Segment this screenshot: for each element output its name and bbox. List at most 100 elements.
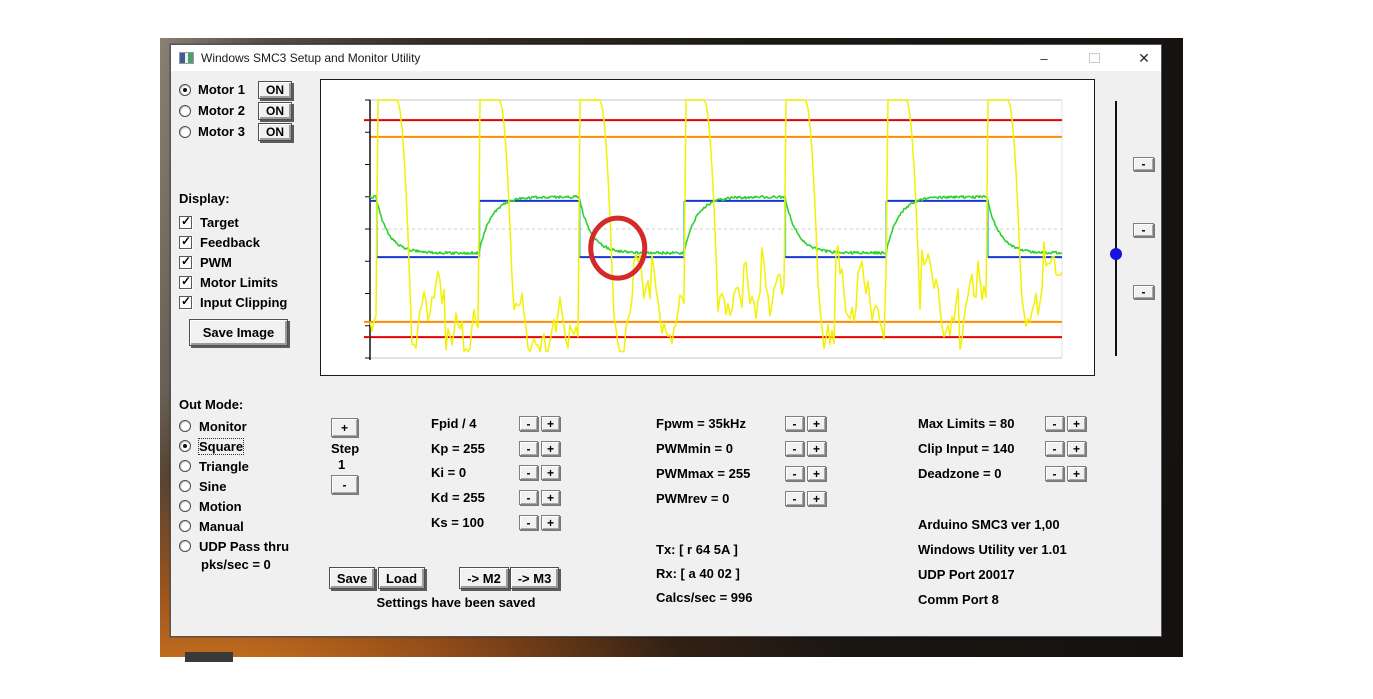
info-line: Windows Utility ver 1.01 [918,542,1067,567]
param-label: PWMmin = 0 [656,441,733,456]
motor-on-button[interactable]: ON [258,123,292,141]
motor-on-button[interactable]: ON [258,81,292,99]
display-option-row[interactable]: Target [179,212,287,232]
save-image-button[interactable]: Save Image [189,319,288,346]
outmode-options: Monitor Square Triangle Sine MotionManualUDP… [179,416,289,556]
outmode-option-row[interactable]: Triangle [179,456,289,476]
display-option-row[interactable]: Motor Limits [179,272,287,292]
param-plus-button[interactable]: + [541,441,560,456]
param-minus-button[interactable]: - [519,490,538,505]
copy-to-m3-button[interactable]: -> M3 [510,567,559,589]
chart-scale-minus-button[interactable]: - [1133,285,1154,299]
outmode-option-label: Sine [199,479,226,494]
display-option-row[interactable]: Input Clipping [179,292,287,312]
radio-icon[interactable] [179,460,191,472]
param-minus-button[interactable]: - [519,515,538,530]
param-plus-button[interactable]: + [541,490,560,505]
info-line: Comm Port 8 [918,592,1067,617]
param-minus-button[interactable]: - [1045,466,1064,481]
param-minus-button[interactable]: - [519,416,538,431]
checkbox-icon[interactable] [179,256,192,269]
checkbox-icon[interactable] [179,216,192,229]
radio-icon[interactable] [179,500,191,512]
limit-param-group: Max Limits = 80-+Clip Input = 140-+Deadz… [918,416,1093,501]
copy-to-m2-button[interactable]: -> M2 [459,567,509,589]
param-plus-button[interactable]: + [541,416,560,431]
maximize-icon [1089,53,1100,63]
info-line: UDP Port 20017 [918,567,1067,592]
outmode-option-label: Square [199,439,243,454]
scope-chart [320,79,1095,376]
pwm-param-group: Fpwm = 35kHz-+PWMmin = 0-+PWMmax = 255-+… [656,416,831,526]
radio-icon[interactable] [179,540,191,552]
screenshot-stage: Windows SMC3 Setup and Monitor Utility –… [0,0,1373,699]
param-minus-button[interactable]: - [785,491,804,506]
checkbox-icon[interactable] [179,296,192,309]
param-plus-button[interactable]: + [807,466,826,481]
param-plus-button[interactable]: + [1067,416,1086,431]
chart-scale-minus-button[interactable]: - [1133,157,1154,171]
motor-row[interactable]: Motor 1ON [179,79,292,100]
chart-scale-slider-thumb[interactable] [1110,248,1122,260]
calcs-label: Calcs/sec = 996 [656,590,753,614]
display-option-label: Target [200,215,239,230]
param-plus-button[interactable]: + [1067,466,1086,481]
save-button[interactable]: Save [329,567,375,589]
param-plus-button[interactable]: + [807,416,826,431]
minimize-button[interactable]: – [1027,45,1061,71]
outmode-option-row[interactable]: Manual [179,516,289,536]
radio-icon[interactable] [179,420,191,432]
motor-on-button[interactable]: ON [258,102,292,120]
step-minus-button[interactable]: - [331,475,358,494]
radio-icon[interactable] [179,440,191,452]
motor-row[interactable]: Motor 2ON [179,100,292,121]
param-minus-button[interactable]: - [785,416,804,431]
info-line: Arduino SMC3 ver 1,00 [918,517,1067,542]
display-option-label: Input Clipping [200,295,287,310]
chart-scale-slider-track[interactable] [1115,101,1117,356]
radio-icon[interactable] [179,84,191,96]
param-minus-button[interactable]: - [785,441,804,456]
param-minus-button[interactable]: - [1045,416,1064,431]
display-option-row[interactable]: PWM [179,252,287,272]
param-minus-button[interactable]: - [1045,441,1064,456]
chart-scale-minus-button[interactable]: - [1133,223,1154,237]
display-option-label: Feedback [200,235,260,250]
outmode-option-row[interactable]: Square [179,436,289,456]
display-option-label: Motor Limits [200,275,278,290]
outmode-option-row[interactable]: Sine [179,476,289,496]
motor-label: Motor 3 [198,124,258,139]
load-button[interactable]: Load [378,567,425,589]
pks-per-sec-label: pks/sec = 0 [201,557,271,572]
titlebar: Windows SMC3 Setup and Monitor Utility –… [171,45,1161,71]
radio-icon[interactable] [179,480,191,492]
param-plus-button[interactable]: + [541,515,560,530]
radio-icon[interactable] [179,520,191,532]
motor-row[interactable]: Motor 3ON [179,121,292,142]
step-plus-button[interactable]: + [331,418,358,437]
outmode-option-row[interactable]: Monitor [179,416,289,436]
outmode-heading: Out Mode: [179,397,289,412]
param-plus-button[interactable]: + [1067,441,1086,456]
param-minus-button[interactable]: - [519,441,538,456]
checkbox-icon[interactable] [179,276,192,289]
radio-icon[interactable] [179,105,191,117]
param-plus-button[interactable]: + [541,465,560,480]
display-option-row[interactable]: Feedback [179,232,287,252]
maximize-button[interactable] [1077,45,1111,71]
display-option-label: PWM [200,255,232,270]
param-minus-button[interactable]: - [519,465,538,480]
rx-label: Rx: [ a 40 02 ] [656,566,753,590]
param-plus-button[interactable]: + [807,441,826,456]
taskbar-button-sliver[interactable] [185,652,233,662]
annotation-circle [591,218,645,278]
outmode-option-label: Monitor [199,419,247,434]
outmode-option-row[interactable]: Motion [179,496,289,516]
param-label: Ki = 0 [431,465,466,480]
radio-icon[interactable] [179,126,191,138]
outmode-option-row[interactable]: UDP Pass thru [179,536,289,556]
close-button[interactable]: ✕ [1127,45,1161,71]
param-minus-button[interactable]: - [785,466,804,481]
checkbox-icon[interactable] [179,236,192,249]
param-plus-button[interactable]: + [807,491,826,506]
